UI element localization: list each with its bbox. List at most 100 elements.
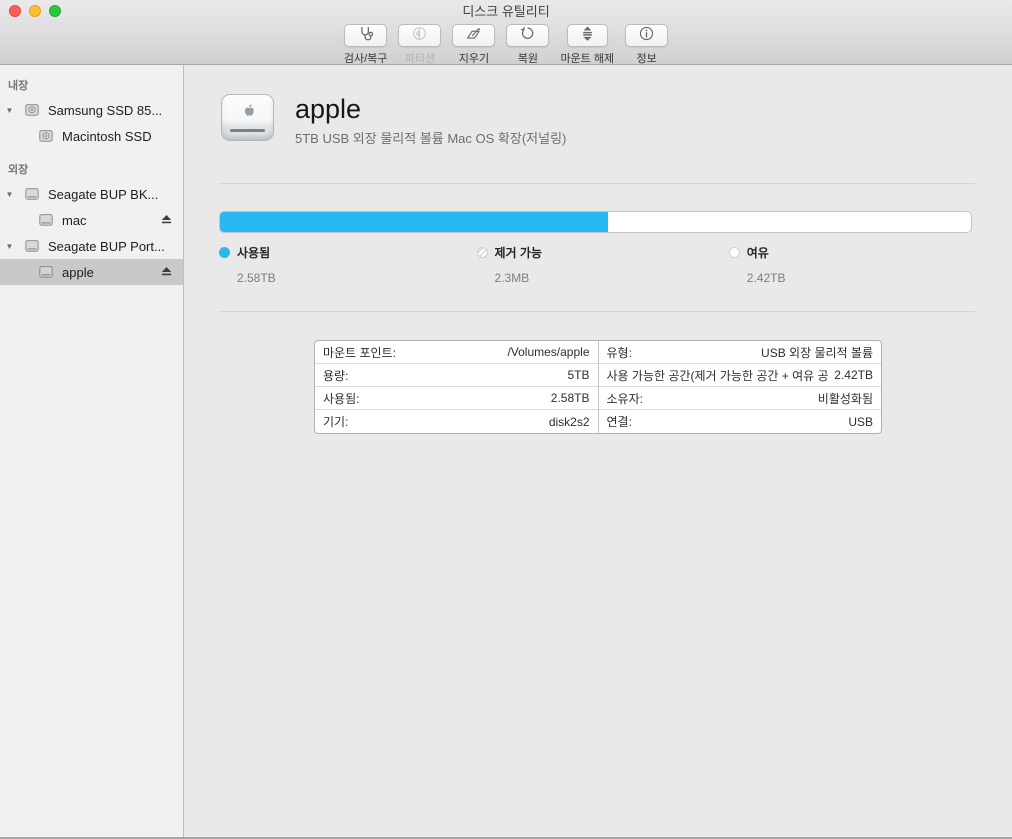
divider bbox=[219, 311, 975, 312]
sidebar-item-samsung-ssd[interactable]: ▼ Samsung SSD 85... bbox=[0, 97, 183, 123]
sidebar-item-label: Seagate BUP Port... bbox=[48, 239, 165, 254]
sidebar-item-apple[interactable]: apple bbox=[0, 259, 183, 285]
tool-restore: 복원 bbox=[506, 24, 549, 66]
external-volume-icon bbox=[38, 212, 54, 228]
content-area: 내장 ▼ Samsung SSD 85... Macintosh SSD bbox=[0, 65, 1012, 837]
detail-label: 사용됨: bbox=[323, 390, 359, 407]
table-row: 사용 가능한 공간(제거 가능한 공간 + 여유 공간): 2.42TB bbox=[599, 364, 882, 387]
disclosure-triangle-icon[interactable]: ▼ bbox=[4, 190, 15, 199]
legend-label: 여유 bbox=[747, 244, 769, 261]
eject-icon[interactable] bbox=[160, 214, 173, 226]
restore-label: 복원 bbox=[518, 50, 538, 66]
first-aid-icon bbox=[357, 25, 374, 47]
partition-label: 파티션 bbox=[405, 50, 435, 66]
usage-legend: 사용됨 2.58TB 제거 가능 2.3MB 여유 2.4 bbox=[219, 244, 972, 290]
detail-value: disk2s2 bbox=[549, 415, 590, 429]
table-row: 마운트 포인트: /Volumes/apple bbox=[315, 341, 598, 364]
info-icon bbox=[638, 25, 655, 47]
detail-value: /Volumes/apple bbox=[507, 345, 589, 359]
sidebar: 내장 ▼ Samsung SSD 85... Macintosh SSD bbox=[0, 65, 184, 837]
window-title: 디스크 유틸리티 bbox=[462, 1, 549, 20]
minimize-button[interactable] bbox=[29, 5, 41, 17]
table-row: 소유자: 비활성화됨 bbox=[599, 387, 882, 410]
sidebar-item-label: mac bbox=[62, 213, 87, 228]
table-row: 용량: 5TB bbox=[315, 364, 598, 387]
partition-button bbox=[398, 24, 441, 47]
external-volume-icon bbox=[38, 264, 54, 280]
tool-first-aid: 검사/복구 bbox=[344, 24, 388, 66]
detail-label: 기기: bbox=[323, 413, 348, 430]
legend-used: 사용됨 2.58TB bbox=[219, 244, 276, 285]
divider bbox=[219, 183, 975, 184]
external-disk-icon bbox=[24, 186, 40, 202]
table-row: 유형: USB 외장 물리적 볼륨 bbox=[599, 341, 882, 364]
sidebar-item-label: Macintosh SSD bbox=[62, 129, 152, 144]
sidebar-item-label: Samsung SSD 85... bbox=[48, 103, 162, 118]
legend-value: 2.42TB bbox=[747, 271, 786, 285]
legend-label: 제거 가능 bbox=[495, 244, 543, 261]
tool-erase: 지우기 bbox=[452, 24, 495, 66]
zoom-button[interactable] bbox=[49, 5, 61, 17]
table-row: 사용됨: 2.58TB bbox=[315, 387, 598, 410]
erase-label: 지우기 bbox=[459, 50, 489, 66]
erase-button[interactable] bbox=[452, 24, 495, 47]
legend-value: 2.3MB bbox=[495, 271, 543, 285]
first-aid-label: 검사/복구 bbox=[344, 50, 388, 66]
unmount-label: 마운트 해제 bbox=[560, 50, 614, 66]
detail-value: USB 외장 물리적 볼륨 bbox=[761, 344, 873, 361]
tool-partition: 파티션 bbox=[398, 24, 441, 66]
detail-label: 연결: bbox=[607, 413, 632, 430]
toolbar: 검사/복구 파티션 bbox=[0, 21, 1012, 66]
legend-value: 2.58TB bbox=[237, 271, 276, 285]
traffic-lights bbox=[9, 5, 61, 17]
disclosure-triangle-icon[interactable]: ▼ bbox=[4, 106, 15, 115]
restore-icon bbox=[519, 25, 536, 47]
device-titles: apple 5TB USB 외장 물리적 볼륨 Mac OS 확장(저널링) bbox=[295, 94, 566, 147]
unmount-icon bbox=[580, 25, 595, 47]
disclosure-triangle-icon[interactable]: ▼ bbox=[4, 242, 15, 251]
disk-utility-window: 디스크 유틸리티 검사/복구 bbox=[0, 0, 1012, 839]
table-row: 연결: USB bbox=[599, 410, 882, 433]
unmount-button[interactable] bbox=[567, 24, 608, 47]
info-label: 정보 bbox=[636, 50, 656, 66]
sidebar-section-internal: 내장 bbox=[0, 74, 183, 97]
sidebar-item-mac[interactable]: mac bbox=[0, 207, 183, 233]
details-table: 마운트 포인트: /Volumes/apple 용량: 5TB 사용됨: 2.5… bbox=[314, 340, 882, 434]
used-swatch-icon bbox=[219, 247, 230, 258]
legend-label: 사용됨 bbox=[237, 244, 270, 261]
device-header: apple 5TB USB 외장 물리적 볼륨 Mac OS 확장(저널링) bbox=[221, 94, 972, 147]
titlebar[interactable]: 디스크 유틸리티 bbox=[0, 0, 1012, 21]
details-right-column: 유형: USB 외장 물리적 볼륨 사용 가능한 공간(제거 가능한 공간 + … bbox=[598, 341, 882, 433]
sidebar-item-macintosh-ssd[interactable]: Macintosh SSD bbox=[0, 123, 183, 149]
info-button[interactable] bbox=[625, 24, 668, 47]
sidebar-item-seagate-bup-bk[interactable]: ▼ Seagate BUP BK... bbox=[0, 181, 183, 207]
detail-label: 유형: bbox=[607, 344, 632, 361]
sidebar-item-label: apple bbox=[62, 265, 94, 280]
detail-label: 소유자: bbox=[607, 390, 643, 407]
external-disk-icon bbox=[24, 238, 40, 254]
legend-purgeable: 제거 가능 2.3MB bbox=[477, 244, 543, 285]
first-aid-button[interactable] bbox=[344, 24, 387, 47]
external-device-icon bbox=[221, 94, 274, 141]
tool-unmount: 마운트 해제 bbox=[560, 24, 614, 66]
table-row: 기기: disk2s2 bbox=[315, 410, 598, 433]
window-chrome: 디스크 유틸리티 검사/복구 bbox=[0, 0, 1012, 65]
usage-bar bbox=[219, 211, 972, 233]
device-title: apple bbox=[295, 94, 566, 124]
detail-label: 사용 가능한 공간(제거 가능한 공간 + 여유 공간): bbox=[607, 367, 829, 384]
detail-value: 2.42TB bbox=[834, 368, 873, 382]
restore-button[interactable] bbox=[506, 24, 549, 47]
partition-icon bbox=[411, 25, 428, 47]
detail-value: 비활성화됨 bbox=[818, 390, 873, 407]
purgeable-swatch-icon bbox=[477, 247, 488, 258]
close-button[interactable] bbox=[9, 5, 21, 17]
sidebar-item-seagate-bup-port[interactable]: ▼ Seagate BUP Port... bbox=[0, 233, 183, 259]
sidebar-section-external: 외장 bbox=[0, 158, 183, 181]
device-subtitle: 5TB USB 외장 물리적 볼륨 Mac OS 확장(저널링) bbox=[295, 128, 566, 147]
device-slot bbox=[230, 129, 265, 132]
detail-value: 5TB bbox=[567, 368, 589, 382]
sidebar-item-label: Seagate BUP BK... bbox=[48, 187, 158, 202]
eject-icon[interactable] bbox=[160, 266, 173, 278]
erase-icon bbox=[465, 25, 482, 47]
usage-bar-used bbox=[220, 212, 608, 232]
